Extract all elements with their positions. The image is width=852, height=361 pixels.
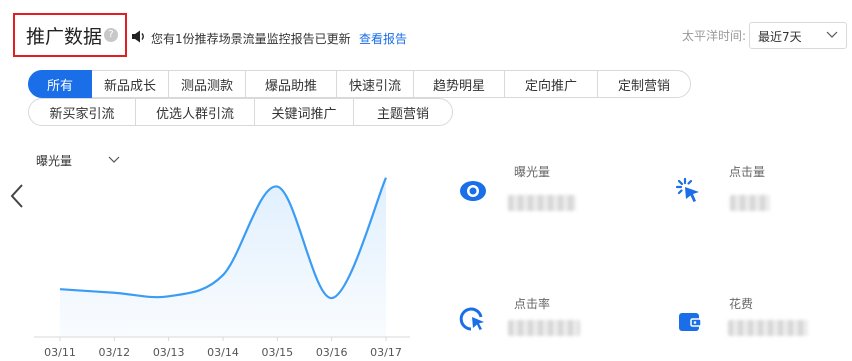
scene-tabs-row-2: 新买家引流 优选人群引流 关键词推广 主题营销 [28,98,453,126]
kpi-value-impressions [508,195,576,211]
kpi-label-clicks: 点击量 [729,165,766,179]
click-rate-icon [459,307,484,331]
tab-tabs-row2-3[interactable]: 主题营销 [353,98,453,126]
chevron-down-icon [826,31,838,38]
kpi-value-ctr [508,320,580,336]
tab-tabs-row1-5[interactable]: 趋势明星 [413,70,505,98]
tab-tabs-row2-1[interactable]: 优选人群引流 [135,98,255,126]
notice-text: 您有1份推荐场景流量监控报告已更新 [151,32,351,46]
tab-tabs-row1-1[interactable]: 新品成长 [91,70,169,98]
eye-icon [460,181,486,201]
speaker-icon [132,30,144,43]
series-line [59,177,388,300]
chevron-left-icon[interactable] [8,183,26,209]
cursor-click-icon [675,177,699,202]
tab-tabs-row1-6[interactable]: 定向推广 [504,70,598,98]
kpi-label-impressions: 曝光量 [514,165,551,179]
date-range-select[interactable]: 最近7天 [749,22,847,49]
tab-tabs-row1-3[interactable]: 爆品助推 [245,70,337,98]
series-area [60,177,386,337]
tab-tabs-row1-7[interactable]: 定制营销 [597,70,691,98]
tab-tabs-row1-2[interactable]: 测品测款 [168,70,246,98]
view-report-link[interactable]: 查看报告 [359,30,407,47]
metric-select[interactable]: 曝光量 [36,152,72,169]
tab-tabs-row2-2[interactable]: 关键词推广 [254,98,354,126]
chevron-down-icon[interactable] [108,153,120,165]
kpi-label-ctr: 点击率 [514,297,551,311]
question-circle-icon[interactable]: ? [104,28,118,42]
x-tick-label: 03/16 [316,346,348,359]
tab-tabs-row2-0[interactable]: 新买家引流 [28,98,136,126]
kpi-label-spend: 花费 [729,297,754,311]
timezone-label: 太平洋时间: [682,29,747,43]
kpi-value-spend [728,320,808,336]
x-tick-label: 03/14 [207,346,239,359]
trend-line-chart: 03/11 03/12 03/13 03/14 03/15 03/16 03/17 [34,177,410,359]
x-tick-label: 03/17 [370,346,402,359]
page-title: 推广数据 [26,26,103,48]
x-tick-label: 03/11 [44,346,76,359]
x-tick-label: 03/12 [98,346,130,359]
x-tick-label: 03/13 [153,346,185,359]
kpi-value-clicks [730,195,770,211]
date-range-value: 最近7天 [758,30,802,44]
x-tick-label: 03/15 [261,346,293,359]
tab-tabs-row1-0[interactable]: 所有 [28,70,92,98]
wallet-icon [679,313,702,331]
scene-tabs-row-1: 所有 新品成长 测品测款 爆品助推 快速引流 趋势明星 定向推广 定制营销 [28,70,691,98]
tab-tabs-row1-4[interactable]: 快速引流 [336,70,414,98]
